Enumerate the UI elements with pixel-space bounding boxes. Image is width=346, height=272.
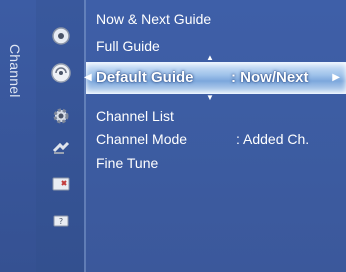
channel-icon[interactable]	[50, 62, 72, 84]
down-arrow-icon: ▼	[206, 93, 214, 102]
menu-item-channel-mode[interactable]: Channel Mode	[96, 131, 187, 147]
channel-menu: Now & Next Guide Full Guide ▲ ◀ Default …	[84, 0, 346, 272]
menu-item-full-guide[interactable]: Full Guide	[96, 38, 160, 54]
default-guide-label: Default Guide	[96, 69, 194, 86]
menu-item-fine-tune[interactable]: Fine Tune	[96, 155, 158, 171]
menu-item-now-next-guide[interactable]: Now & Next Guide	[96, 11, 211, 27]
up-arrow-icon: ▲	[206, 53, 214, 62]
channel-mode-value: : Added Ch.	[236, 131, 310, 147]
menu-item-channel-list[interactable]: Channel List	[96, 108, 174, 124]
setup-icon[interactable]	[50, 105, 72, 127]
svg-text:?: ?	[59, 217, 63, 226]
picture-icon[interactable]	[50, 25, 72, 47]
osd-screen: Channel ? Now & Next Guide Full Guide ▲ …	[0, 0, 346, 272]
channel-strip: Channel	[0, 0, 36, 272]
input-icon[interactable]	[50, 137, 72, 159]
left-arrow-icon: ◀	[84, 72, 92, 83]
default-guide-value: : Now/Next	[231, 69, 309, 86]
icon-column: ?	[36, 0, 84, 272]
menu-category-label: Channel	[7, 44, 23, 98]
menu-item-default-guide[interactable]: ▲ ◀ Default Guide : Now/Next ▶ ▼	[84, 53, 346, 102]
right-arrow-icon: ▶	[332, 72, 340, 83]
support-icon[interactable]: ?	[50, 210, 72, 232]
application-icon[interactable]	[50, 173, 72, 195]
